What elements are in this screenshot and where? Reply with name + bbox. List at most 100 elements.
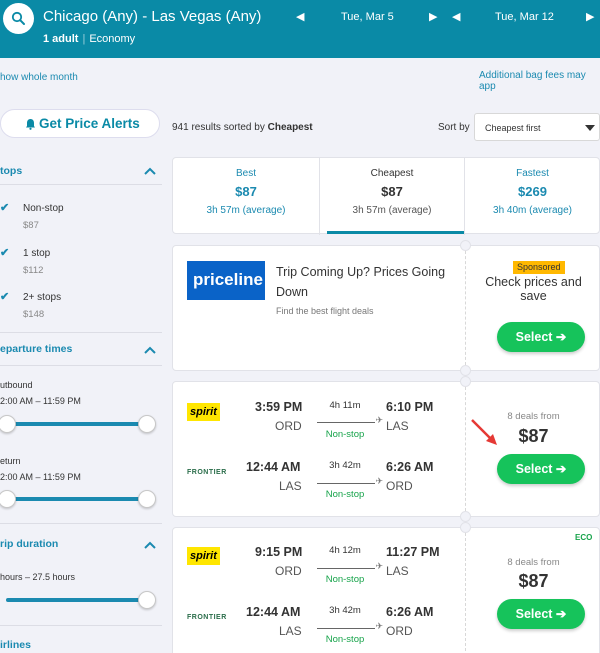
flight-duration: 3h 42m [329, 605, 361, 616]
flight-duration: 4h 11m [329, 400, 361, 411]
flight-duration: 3h 42m [329, 460, 361, 471]
tab-label: Best [235, 168, 256, 179]
outbound-slider-handle-max[interactable] [138, 415, 156, 433]
tab-duration: 3h 57m (average) [352, 205, 432, 216]
tab-cheapest[interactable]: Cheapest $87 3h 57m (average) [319, 158, 465, 235]
trip-duration-slider-track[interactable] [6, 598, 148, 602]
price-alerts-button[interactable]: Get Price Alerts [0, 109, 160, 138]
tab-duration: 3h 40m (average) [493, 205, 572, 216]
arrival-time: 11:27 PM [386, 545, 440, 559]
results-count: 941 results sorted by Cheapest [172, 122, 313, 133]
spirit-logo: spirit [187, 547, 220, 565]
arrival-airport: ORD [386, 624, 413, 638]
arrival-airport: ORD [386, 479, 413, 493]
stops-label: Non-stop [325, 634, 365, 645]
departure-time: 9:15 PM [255, 545, 303, 559]
departure-time: 12:44 AM [246, 460, 301, 474]
depart-date[interactable]: Tue, Mar 5 [341, 11, 394, 23]
flight-duration: 4h 12m [329, 545, 361, 556]
arrival-time: 6:26 AM [386, 460, 434, 474]
tab-price: $87 [381, 184, 403, 199]
cabin-class: Economy [89, 33, 136, 45]
route-summary[interactable]: Chicago (Any) - Las Vegas (Any) [43, 8, 261, 25]
departure-airport: ORD [275, 419, 302, 433]
stops-label: Non-stop [325, 574, 365, 585]
stop-option-price: $87 [23, 220, 39, 231]
flight-result-card[interactable]: spirit 3:59 PM ORD 4h 11m Non-stop 6:10 … [172, 376, 600, 522]
stop-option-price: $148 [23, 309, 45, 320]
tab-best[interactable]: Best $87 3h 57m (average) [173, 158, 319, 235]
red-pointer-arrow-icon [471, 419, 497, 445]
ad-select-button[interactable]: Select ➔ [497, 322, 585, 352]
trip-duration-slider-handle[interactable] [138, 591, 156, 609]
divider [0, 365, 162, 366]
tab-fastest[interactable]: Fastest $269 3h 40m (average) [465, 158, 600, 235]
ticket-notch [460, 240, 471, 251]
return-next-arrow-icon[interactable]: ▶ [586, 11, 596, 23]
return-slider-track[interactable] [6, 497, 148, 501]
bag-fees-link[interactable]: Additional bag fees may app [479, 70, 600, 92]
stops-label: Non-stop [325, 429, 365, 440]
select-button[interactable]: Select ➔ [497, 599, 585, 629]
chevron-up-icon[interactable] [144, 167, 156, 175]
return-label: eturn [0, 456, 21, 466]
sort-by-label: Sort by [438, 122, 470, 133]
stop-option-label[interactable]: 1 stop [23, 248, 50, 259]
stop-option-label[interactable]: Non-stop [23, 203, 64, 214]
tab-label: Cheapest [370, 168, 414, 179]
price-alerts-label: Get Price Alerts [39, 116, 140, 131]
sort-select[interactable]: Cheapest first [474, 113, 600, 141]
ad-side-text: Check prices and save [485, 275, 582, 303]
show-whole-month-link[interactable]: how whole month [0, 72, 78, 83]
sort-tabs: Best $87 3h 57m (average) Cheapest $87 3… [172, 157, 600, 235]
departure-time: 3:59 PM [255, 400, 303, 414]
ticket-notch [460, 511, 471, 522]
checkbox-2-stops[interactable]: ✔ [0, 292, 10, 303]
frontier-logo: FRONTIER [187, 469, 227, 476]
trip-duration-title[interactable]: rip duration [0, 538, 58, 550]
departure-airport: LAS [279, 624, 302, 638]
stops-filter-title[interactable]: tops [0, 165, 22, 177]
bell-icon [26, 119, 35, 130]
chevron-up-icon[interactable] [144, 346, 156, 354]
active-tab-indicator [327, 231, 464, 234]
result-price: $87 [518, 571, 549, 591]
checkbox-nonstop[interactable]: ✔ [0, 203, 10, 214]
arrival-airport: LAS [386, 564, 409, 578]
search-icon [11, 11, 25, 25]
sponsored-badge: Sponsored [513, 261, 565, 274]
select-button[interactable]: Select ➔ [497, 454, 585, 484]
flight-path-line [317, 561, 383, 572]
flight-path-line [317, 476, 383, 487]
return-date[interactable]: Tue, Mar 12 [495, 11, 554, 23]
depart-next-arrow-icon[interactable]: ▶ [429, 11, 439, 23]
traveler-summary[interactable]: 1 adult | Economy [43, 33, 135, 45]
airlines-filter-title[interactable]: irlines [0, 639, 31, 651]
stop-option-price: $112 [23, 265, 44, 276]
tab-label: Fastest [516, 168, 549, 179]
return-prev-arrow-icon[interactable]: ◀ [452, 11, 462, 23]
ad-title: Trip Coming Up? Prices Going Down [276, 265, 446, 299]
flight-result-card[interactable]: ECO spirit 9:15 PM ORD 4h 12m Non-stop 1… [172, 522, 600, 653]
chevron-up-icon[interactable] [144, 541, 156, 549]
tab-duration: 3h 57m (average) [206, 205, 286, 216]
arrival-airport: LAS [386, 419, 409, 433]
divider [0, 625, 162, 626]
ad-description: Find the best flight deals [276, 306, 374, 316]
sponsored-ad-card[interactable]: priceline Trip Coming Up? Prices Going D… [172, 240, 600, 376]
chevron-down-icon [585, 125, 595, 131]
outbound-slider-track[interactable] [6, 422, 148, 426]
outbound-slider-handle-min[interactable] [0, 415, 16, 433]
checkbox-1-stop[interactable]: ✔ [0, 248, 10, 259]
departure-times-title[interactable]: eparture times [0, 343, 72, 355]
arrival-time: 6:26 AM [386, 605, 434, 619]
return-slider-handle-min[interactable] [0, 490, 16, 508]
depart-prev-arrow-icon[interactable]: ◀ [296, 11, 306, 23]
stop-option-label[interactable]: 2+ stops [23, 292, 61, 303]
return-slider-handle-max[interactable] [138, 490, 156, 508]
search-button[interactable] [3, 3, 34, 34]
divider [465, 382, 466, 516]
divider [0, 184, 162, 185]
passenger-count: 1 adult [43, 33, 79, 45]
flight-path-line [317, 415, 383, 426]
